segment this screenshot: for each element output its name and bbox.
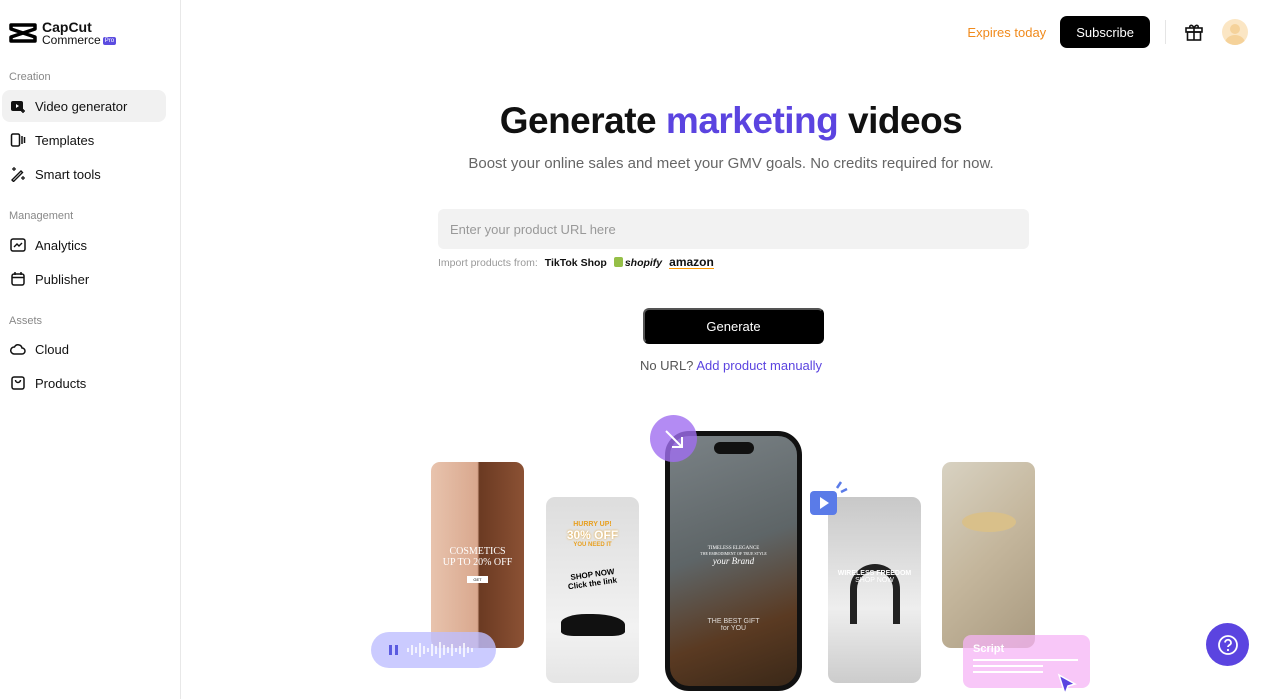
sidebar-item-cloud[interactable]: Cloud: [2, 333, 166, 365]
arrow-diagonal-icon: [665, 430, 683, 448]
resize-badge: [650, 415, 697, 462]
sidebar-item-label: Products: [35, 375, 87, 391]
top-bar: Expires today Subscribe: [967, 16, 1280, 48]
import-row: Import products from: TikTok Shop shopif…: [438, 256, 714, 269]
preview-text: your Brand: [712, 556, 755, 566]
sidebar-item-label: Analytics: [35, 237, 88, 253]
sidebar-item-publisher[interactable]: Publisher: [2, 263, 166, 295]
product-url-input[interactable]: [438, 209, 1029, 249]
brand-line1: CapCut: [42, 19, 92, 35]
chart-icon: [10, 238, 26, 252]
phone-notch: [713, 442, 754, 454]
sidebar-item-analytics[interactable]: Analytics: [2, 229, 166, 261]
import-label: Import products from:: [438, 257, 538, 269]
preview-text: 30% OFF: [566, 528, 619, 542]
cloud-icon: [10, 344, 26, 355]
page-subtitle: Boost your online sales and meet your GM…: [468, 155, 994, 172]
subscribe-button[interactable]: Subscribe: [1060, 16, 1150, 48]
tiktok-shop-logo[interactable]: TikTok Shop: [545, 257, 607, 269]
generate-button[interactable]: Generate: [643, 308, 824, 344]
sidebar-item-smart-tools[interactable]: Smart tools: [2, 158, 166, 190]
shopify-logo[interactable]: shopify: [613, 257, 663, 269]
page-title: Generate marketing videos: [182, 100, 1280, 142]
cosmetics-preview: COSMETICS UP TO 20% OFF GET: [431, 462, 524, 648]
waveform-icon: [407, 642, 473, 658]
script-label: Script: [973, 643, 1005, 655]
sneaker-image: [560, 614, 625, 636]
calendar-icon: [11, 272, 25, 286]
title-pre: Generate: [499, 100, 666, 141]
preview-text: UP TO 20% OFF: [442, 557, 513, 568]
preview-text: HURRY UP!: [573, 521, 612, 528]
sidebar-item-products[interactable]: Products: [2, 367, 166, 399]
help-icon: [1217, 634, 1238, 655]
no-url-text: No URL?: [639, 358, 694, 373]
preview-text: THE BEST GIFT: [707, 618, 760, 625]
gift-icon[interactable]: [1184, 22, 1204, 42]
video-plus-icon: [11, 101, 25, 113]
sunhat-preview: [942, 462, 1035, 648]
sidebar-item-label: Publisher: [35, 271, 90, 287]
preview-text: SHOP NOW: [855, 577, 894, 584]
preview-text: for YOU: [720, 625, 747, 632]
divider: [1165, 20, 1166, 44]
audio-waveform-widget: [371, 632, 496, 668]
add-product-manually-link[interactable]: Add product manually: [696, 358, 822, 373]
templates-icon: [10, 133, 26, 147]
sneaker-preview: HURRY UP! 30% OFF YOU NEED IT SHOP NOW C…: [546, 497, 639, 683]
help-button[interactable]: [1206, 623, 1249, 666]
preview-text: COSMETICS: [449, 546, 506, 557]
sidebar-item-label: Templates: [35, 132, 95, 148]
capcut-logo-icon: [9, 23, 37, 44]
section-creation: Creation: [9, 71, 51, 83]
user-avatar[interactable]: [1222, 19, 1248, 45]
brand-line2: Commerce: [42, 33, 101, 47]
preview-text: GET: [467, 576, 488, 583]
title-post: videos: [838, 100, 963, 141]
preview-text: WIRELESS FREEDOM: [837, 570, 912, 577]
sidebar-item-video-generator[interactable]: Video generator: [2, 90, 166, 122]
section-management: Management: [9, 210, 74, 222]
amazon-logo[interactable]: amazon: [669, 256, 714, 269]
no-url-row: No URL? Add product manually: [182, 358, 1280, 373]
expires-label: Expires today: [967, 24, 1047, 40]
play-video-icon: [810, 481, 848, 515]
sidebar-item-label: Smart tools: [35, 166, 101, 182]
shopify-text: shopify: [624, 257, 663, 269]
sidebar-item-label: Cloud: [35, 341, 69, 357]
section-assets: Assets: [9, 315, 43, 327]
sidebar: CapCut Commerce Pro Creation Video generat…: [0, 0, 181, 699]
main-phone-preview: TIMELESS ELEGANCE THE EMBODIMENT OF TRUE…: [665, 431, 802, 691]
headphones-preview: WIRELESS FREEDOM SHOP NOW: [828, 497, 921, 683]
hat-image: [961, 512, 1016, 532]
sidebar-item-label: Video generator: [35, 98, 128, 114]
capcut-commerce-logo[interactable]: CapCut Commerce Pro: [9, 19, 117, 47]
title-accent: marketing: [665, 100, 839, 141]
magic-wand-icon: [11, 167, 25, 182]
cursor-icon: [1057, 673, 1077, 697]
sidebar-item-templates[interactable]: Templates: [2, 124, 166, 156]
pro-badge: Pro: [102, 36, 117, 45]
preview-text: YOU NEED IT: [573, 542, 612, 548]
pause-icon[interactable]: [387, 643, 401, 657]
bag-icon: [11, 376, 25, 390]
